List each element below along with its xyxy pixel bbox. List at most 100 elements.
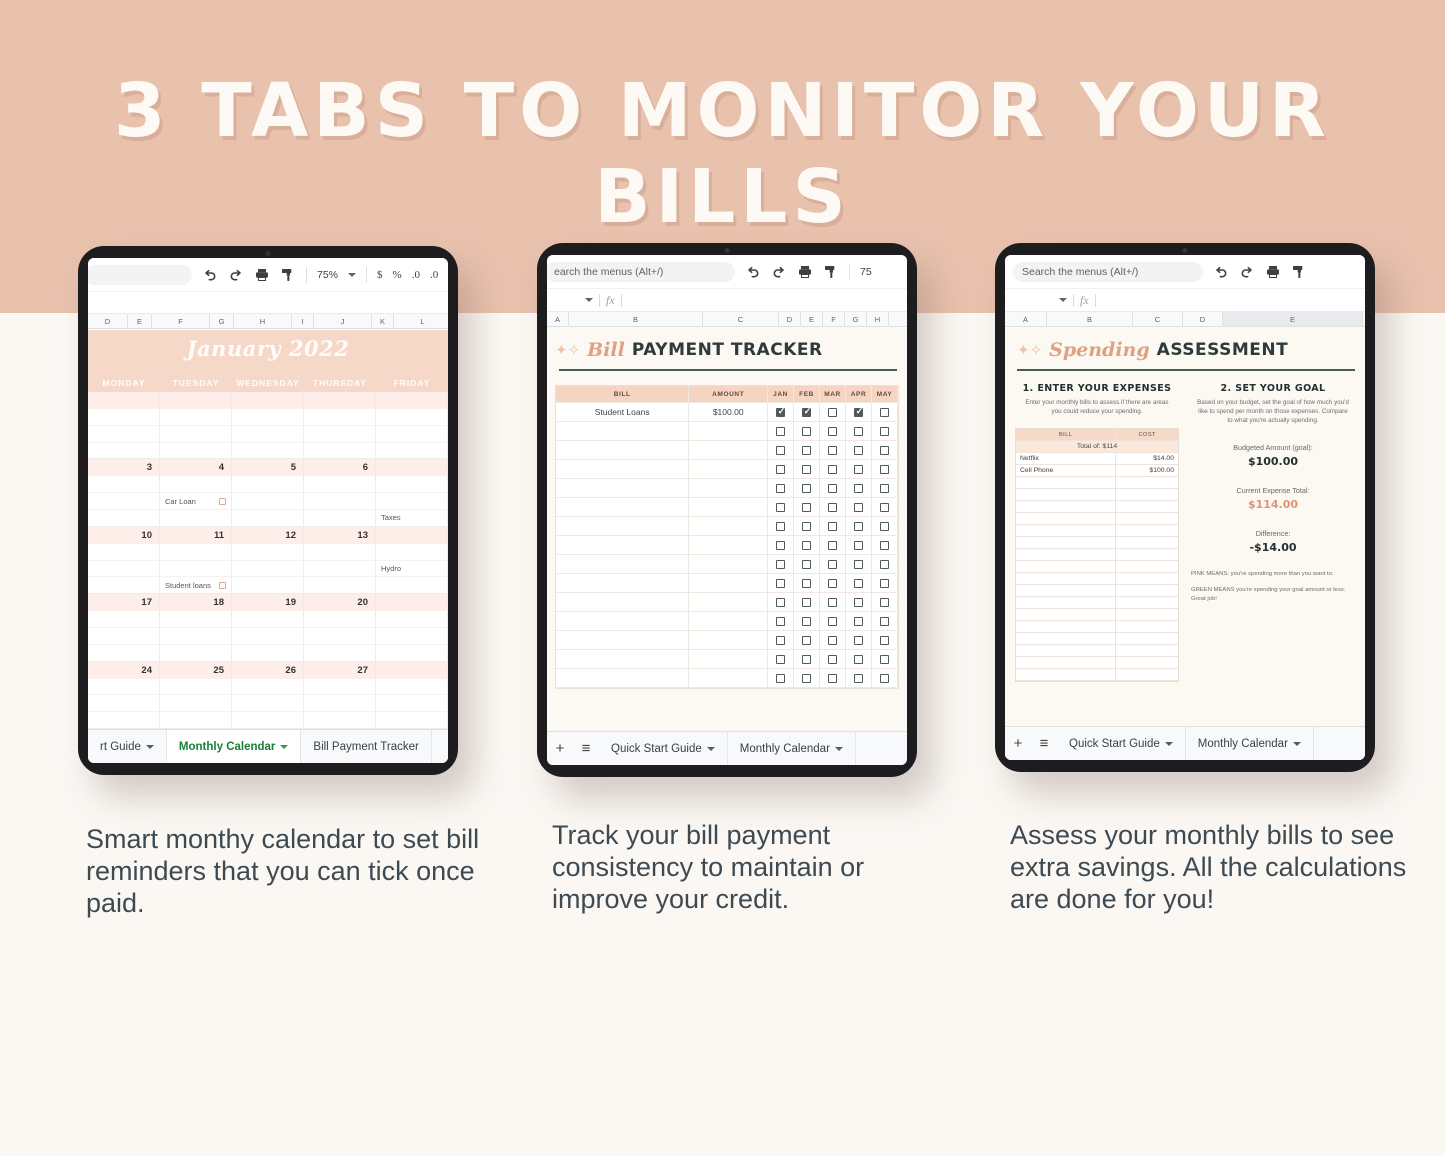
cell-month[interactable]: [794, 498, 821, 516]
table-row[interactable]: [1016, 561, 1178, 574]
calendar-event-line[interactable]: [232, 510, 303, 526]
table-row[interactable]: [1016, 525, 1178, 538]
calendar-event-line[interactable]: [304, 561, 375, 578]
calendar-event-line[interactable]: [160, 510, 231, 526]
calendar-event-line[interactable]: [88, 695, 159, 713]
cell-bill[interactable]: [556, 479, 690, 497]
calendar-day-cell[interactable]: [160, 409, 232, 460]
chevron-down-icon[interactable]: [280, 744, 289, 749]
cell-cost[interactable]: [1116, 645, 1178, 656]
cell-month[interactable]: [820, 574, 847, 592]
sheet-tab-bill-payment-tracker[interactable]: Bill Payment Tracker: [301, 730, 432, 763]
cell-cost[interactable]: [1116, 573, 1178, 584]
calendar-event-line[interactable]: [304, 712, 375, 728]
calendar-date-number[interactable]: [376, 526, 448, 544]
payment-checkbox[interactable]: [828, 521, 838, 531]
cell-month[interactable]: [846, 517, 873, 535]
payment-checkbox[interactable]: [776, 654, 786, 664]
column-header[interactable]: C: [703, 312, 779, 326]
column-header[interactable]: B: [1047, 312, 1133, 326]
chevron-down-icon[interactable]: [585, 298, 593, 302]
search-input[interactable]: earch the menus (Alt+/): [547, 261, 735, 282]
payment-checkbox[interactable]: [802, 673, 812, 683]
calendar-event-line[interactable]: Car Loan: [160, 493, 231, 510]
cell-month[interactable]: [846, 479, 873, 497]
calendar-event-line[interactable]: [232, 409, 303, 426]
calendar-event-line[interactable]: [232, 493, 303, 510]
cell-month[interactable]: [768, 555, 795, 573]
payment-checkbox[interactable]: [776, 445, 786, 455]
cell-month[interactable]: [794, 555, 821, 573]
payment-checkbox[interactable]: [802, 654, 812, 664]
calendar-day-cell[interactable]: [160, 678, 232, 729]
bill-paid-checkbox[interactable]: [219, 581, 226, 589]
cell-bill[interactable]: [1016, 657, 1117, 669]
calendar-date-number[interactable]: [376, 661, 448, 679]
cell-month[interactable]: [794, 479, 821, 497]
payment-checkbox[interactable]: [854, 673, 864, 683]
calendar-day-cell[interactable]: [304, 409, 376, 460]
table-row[interactable]: [556, 460, 899, 479]
table-row[interactable]: [1016, 513, 1178, 526]
calendar-event-line[interactable]: [160, 476, 231, 494]
calendar-event-line[interactable]: [304, 476, 375, 494]
sheet-tab-quick-start-guide[interactable]: Quick Start Guide: [1057, 727, 1186, 760]
calendar-event-line[interactable]: [304, 679, 375, 696]
calendar-event-line[interactable]: [232, 561, 303, 578]
calendar-day-cell[interactable]: [88, 543, 160, 595]
calendar-event-line[interactable]: [160, 426, 231, 443]
payment-checkbox[interactable]: [880, 578, 890, 588]
calendar-event-line[interactable]: [160, 409, 231, 426]
payment-checkbox[interactable]: [880, 483, 890, 493]
calendar-event-line[interactable]: [376, 544, 447, 561]
function-icon[interactable]: fx: [1080, 293, 1089, 308]
table-row[interactable]: [1016, 489, 1178, 502]
chevron-down-icon[interactable]: [706, 746, 715, 751]
formula-bar-3[interactable]: fx: [1005, 289, 1365, 312]
payment-checkbox[interactable]: [880, 673, 890, 683]
cell-bill[interactable]: [1016, 585, 1117, 597]
calendar-event-line[interactable]: [304, 695, 375, 713]
payment-checkbox[interactable]: [828, 559, 838, 569]
cell-bill[interactable]: [1016, 573, 1117, 585]
calendar-event-line[interactable]: [160, 544, 231, 561]
calendar-event-line[interactable]: [88, 645, 159, 661]
calendar-day-cell[interactable]: [304, 678, 376, 729]
payment-checkbox[interactable]: [776, 635, 786, 645]
cell-bill[interactable]: [1016, 597, 1117, 609]
payment-checkbox[interactable]: [828, 673, 838, 683]
calendar-event-line[interactable]: [232, 679, 303, 696]
column-header[interactable]: H: [867, 312, 889, 326]
payment-checkbox[interactable]: [854, 483, 864, 493]
cell-month[interactable]: [872, 631, 899, 649]
cell-amount[interactable]: [689, 517, 769, 535]
cell-month[interactable]: [820, 479, 847, 497]
cell-month[interactable]: [846, 612, 873, 630]
calendar-date-number[interactable]: [160, 392, 232, 409]
column-header[interactable]: J: [314, 314, 372, 328]
cell-cost[interactable]: [1116, 501, 1178, 512]
cell-amount[interactable]: [689, 441, 769, 459]
calendar-event-line[interactable]: [232, 611, 303, 629]
calendar-event-line[interactable]: [232, 476, 303, 494]
formula-bar[interactable]: [88, 292, 448, 314]
calendar-date-number[interactable]: 26: [232, 661, 304, 679]
cell-month[interactable]: [872, 574, 899, 592]
cell-bill[interactable]: Cell Phone: [1016, 465, 1117, 477]
payment-checkbox[interactable]: [776, 616, 786, 626]
cell-month[interactable]: [768, 441, 795, 459]
cell-cost[interactable]: [1116, 633, 1178, 644]
payment-checkbox[interactable]: [802, 426, 812, 436]
calendar-date-number[interactable]: 24: [88, 661, 160, 679]
payment-checkbox[interactable]: [776, 673, 786, 683]
payment-checkbox[interactable]: [854, 654, 864, 664]
calendar-date-number[interactable]: 17: [88, 594, 160, 612]
cell-month[interactable]: [846, 422, 873, 440]
cell-month[interactable]: [820, 517, 847, 535]
table-row[interactable]: [556, 441, 899, 460]
calendar-event-line[interactable]: [232, 426, 303, 443]
table-row[interactable]: [556, 422, 899, 441]
payment-checkbox[interactable]: [802, 483, 812, 493]
cell-month[interactable]: [794, 650, 821, 668]
sheet-tab-quick-start-guide[interactable]: rt Guide: [88, 730, 167, 763]
